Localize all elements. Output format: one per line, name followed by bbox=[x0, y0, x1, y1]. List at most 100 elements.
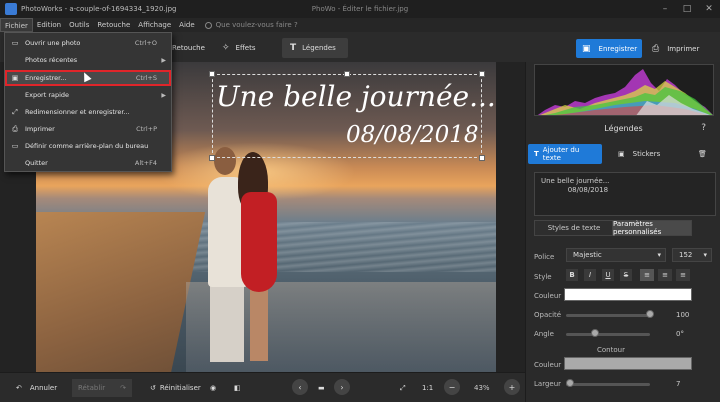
opacity-slider-knob[interactable] bbox=[646, 310, 654, 318]
strikethrough-button[interactable]: S bbox=[620, 269, 632, 281]
resize-icon: ⤢ bbox=[12, 107, 18, 116]
title-bar: PhotoWorks - a-couple-of-1694334_1920.jp… bbox=[0, 0, 720, 18]
align-left-icon[interactable]: ≡ bbox=[640, 269, 654, 281]
underline-button[interactable]: U bbox=[602, 269, 614, 281]
tab-text-styles[interactable]: Styles de texte bbox=[534, 220, 614, 236]
resize-handle-bl[interactable] bbox=[209, 155, 215, 161]
align-right-icon[interactable]: ≡ bbox=[676, 269, 690, 281]
print-button[interactable]: ⎙ Imprimer bbox=[646, 39, 712, 58]
file-menu-dropdown: ▭ Ouvrir une photo Ctrl+O Photos récente… bbox=[4, 32, 172, 172]
resize-handle-tr[interactable] bbox=[479, 71, 485, 77]
woman-dress bbox=[241, 192, 277, 292]
style-label: Style bbox=[534, 273, 552, 281]
bottom-toolbar: ↶ Annuler Rétablir ↷ ↺ Réinitialiser ◉ ◧… bbox=[0, 372, 525, 402]
next-photo-button[interactable]: › bbox=[334, 379, 350, 395]
minimize-icon[interactable]: – bbox=[654, 0, 676, 18]
angle-slider-track[interactable] bbox=[566, 333, 650, 336]
contour-color-swatch[interactable] bbox=[564, 357, 692, 370]
minus-icon: − bbox=[448, 382, 456, 392]
chevron-down-icon: ▾ bbox=[657, 251, 661, 259]
reset-label: Réinitialiser bbox=[159, 384, 201, 392]
menu-item-label: Photos récentes bbox=[25, 56, 78, 64]
menu-edition[interactable]: Edition bbox=[33, 18, 65, 32]
compare-button[interactable]: ◧ bbox=[228, 379, 247, 397]
add-text-label: Ajouter du texte bbox=[542, 146, 580, 162]
text-color-swatch[interactable] bbox=[564, 288, 692, 301]
photoworks-window: PhotoWorks - a-couple-of-1694334_1920.jp… bbox=[0, 0, 720, 402]
menu-outils[interactable]: Outils bbox=[65, 18, 93, 32]
menu-item-recent-photos[interactable]: Photos récentes ▶ bbox=[5, 53, 171, 67]
search-box[interactable]: Que voulez-vous faire ? bbox=[204, 21, 298, 29]
menu-fichier[interactable]: Fichier bbox=[0, 18, 33, 32]
window-title: PhotoWorks - a-couple-of-1694334_1920.jp… bbox=[21, 5, 177, 13]
menu-retouche[interactable]: Retouche bbox=[93, 18, 134, 32]
folder-icon: ▭ bbox=[11, 39, 19, 47]
font-select-value: Majestic bbox=[573, 251, 602, 259]
tab-legendes[interactable]: T Légendes bbox=[282, 38, 348, 58]
font-size-field[interactable]: 152 ▾ bbox=[672, 248, 712, 262]
angle-value: 0° bbox=[676, 330, 684, 338]
menu-aide[interactable]: Aide bbox=[175, 18, 198, 32]
actual-size-button[interactable]: 1:1 bbox=[416, 379, 439, 397]
menu-item-open-photo[interactable]: ▭ Ouvrir une photo Ctrl+O bbox=[5, 36, 171, 50]
menu-item-label: Enregistrer... bbox=[25, 74, 67, 82]
tab-effets-label: Effets bbox=[235, 44, 256, 52]
plus-icon: + bbox=[508, 382, 516, 392]
close-icon[interactable]: ✕ bbox=[698, 0, 720, 18]
stickers-button[interactable]: ▣ Stickers bbox=[612, 144, 678, 164]
previous-photo-button[interactable]: ‹ bbox=[292, 379, 308, 395]
undo-button[interactable]: ↶ Annuler bbox=[10, 379, 63, 397]
bold-button[interactable]: B bbox=[566, 269, 578, 281]
resize-handle-br[interactable] bbox=[479, 155, 485, 161]
resize-handle-t[interactable] bbox=[344, 71, 350, 77]
reset-button[interactable]: ↺ Réinitialiser bbox=[144, 379, 207, 397]
menu-item-print[interactable]: ⎙ Imprimer Ctrl+P bbox=[5, 122, 171, 136]
caption-line-2: 08/08/2018 bbox=[346, 122, 479, 148]
add-text-button[interactable]: T Ajouter du texte bbox=[528, 144, 602, 164]
man-legs bbox=[210, 282, 244, 362]
stickers-label: Stickers bbox=[632, 150, 661, 158]
woman-legs bbox=[250, 289, 268, 361]
zoom-in-button[interactable]: + bbox=[504, 379, 520, 395]
redo-button[interactable]: Rétablir ↷ bbox=[72, 379, 132, 397]
width-slider-track[interactable] bbox=[566, 383, 650, 386]
align-center-icon[interactable]: ≡ bbox=[658, 269, 672, 281]
open-folder-button[interactable]: ▬ bbox=[312, 379, 331, 397]
eye-icon: ◉ bbox=[210, 384, 217, 392]
resize-handle-tl[interactable] bbox=[209, 71, 215, 77]
menu-item-shortcut: Ctrl+O bbox=[134, 39, 157, 47]
menu-bar: Fichier Edition Outils Retouche Affichag… bbox=[0, 18, 720, 32]
menu-item-label: Ouvrir une photo bbox=[25, 39, 81, 47]
desktop-icon: ▭ bbox=[11, 142, 19, 150]
save-button[interactable]: ▣ Enregistrer bbox=[576, 39, 642, 58]
opacity-slider-track[interactable] bbox=[566, 314, 650, 317]
italic-button[interactable]: I bbox=[584, 269, 596, 281]
menu-item-resize-save[interactable]: ⤢ Redimensionner et enregistrer... bbox=[5, 105, 171, 119]
caption-text-input[interactable]: Une belle journée... 08/08/2018 bbox=[534, 172, 716, 216]
width-value: 7 bbox=[676, 380, 681, 388]
app-logo-icon bbox=[5, 3, 17, 15]
width-label: Largeur bbox=[534, 380, 562, 388]
chevron-right-icon: ▶ bbox=[161, 91, 166, 99]
menu-item-quit[interactable]: Quitter Alt+F4 bbox=[5, 156, 171, 170]
menu-item-label: Redimensionner et enregistrer... bbox=[25, 108, 130, 116]
fit-screen-icon: ⤢ bbox=[400, 383, 406, 392]
fit-screen-button[interactable]: ⤢ bbox=[394, 379, 412, 397]
help-icon[interactable]: ? bbox=[701, 123, 706, 133]
maximize-icon[interactable]: □ bbox=[676, 0, 698, 18]
magic-wand-icon: ✧ bbox=[222, 43, 230, 53]
delete-button[interactable]: 🗑 bbox=[692, 144, 712, 164]
zoom-value: 43% bbox=[474, 384, 490, 392]
preview-eye-button[interactable]: ◉ bbox=[204, 379, 222, 397]
tab-custom-params[interactable]: Paramètres personnalisés bbox=[612, 220, 692, 236]
menu-item-shortcut: Ctrl+S bbox=[135, 74, 157, 82]
color-label: Couleur bbox=[534, 292, 562, 300]
zoom-out-button[interactable]: − bbox=[444, 379, 460, 395]
undo-icon: ↶ bbox=[16, 384, 22, 392]
save-icon: ▣ bbox=[582, 43, 591, 54]
menu-item-set-wallpaper[interactable]: ▭ Définir comme arrière-plan du bureau bbox=[5, 139, 171, 153]
font-select[interactable]: Majestic ▾ bbox=[566, 248, 666, 262]
tab-effets[interactable]: ✧ Effets bbox=[214, 38, 264, 58]
menu-affichage[interactable]: Affichage bbox=[134, 18, 175, 32]
menu-item-quick-export[interactable]: Export rapide ▶ bbox=[5, 88, 171, 102]
